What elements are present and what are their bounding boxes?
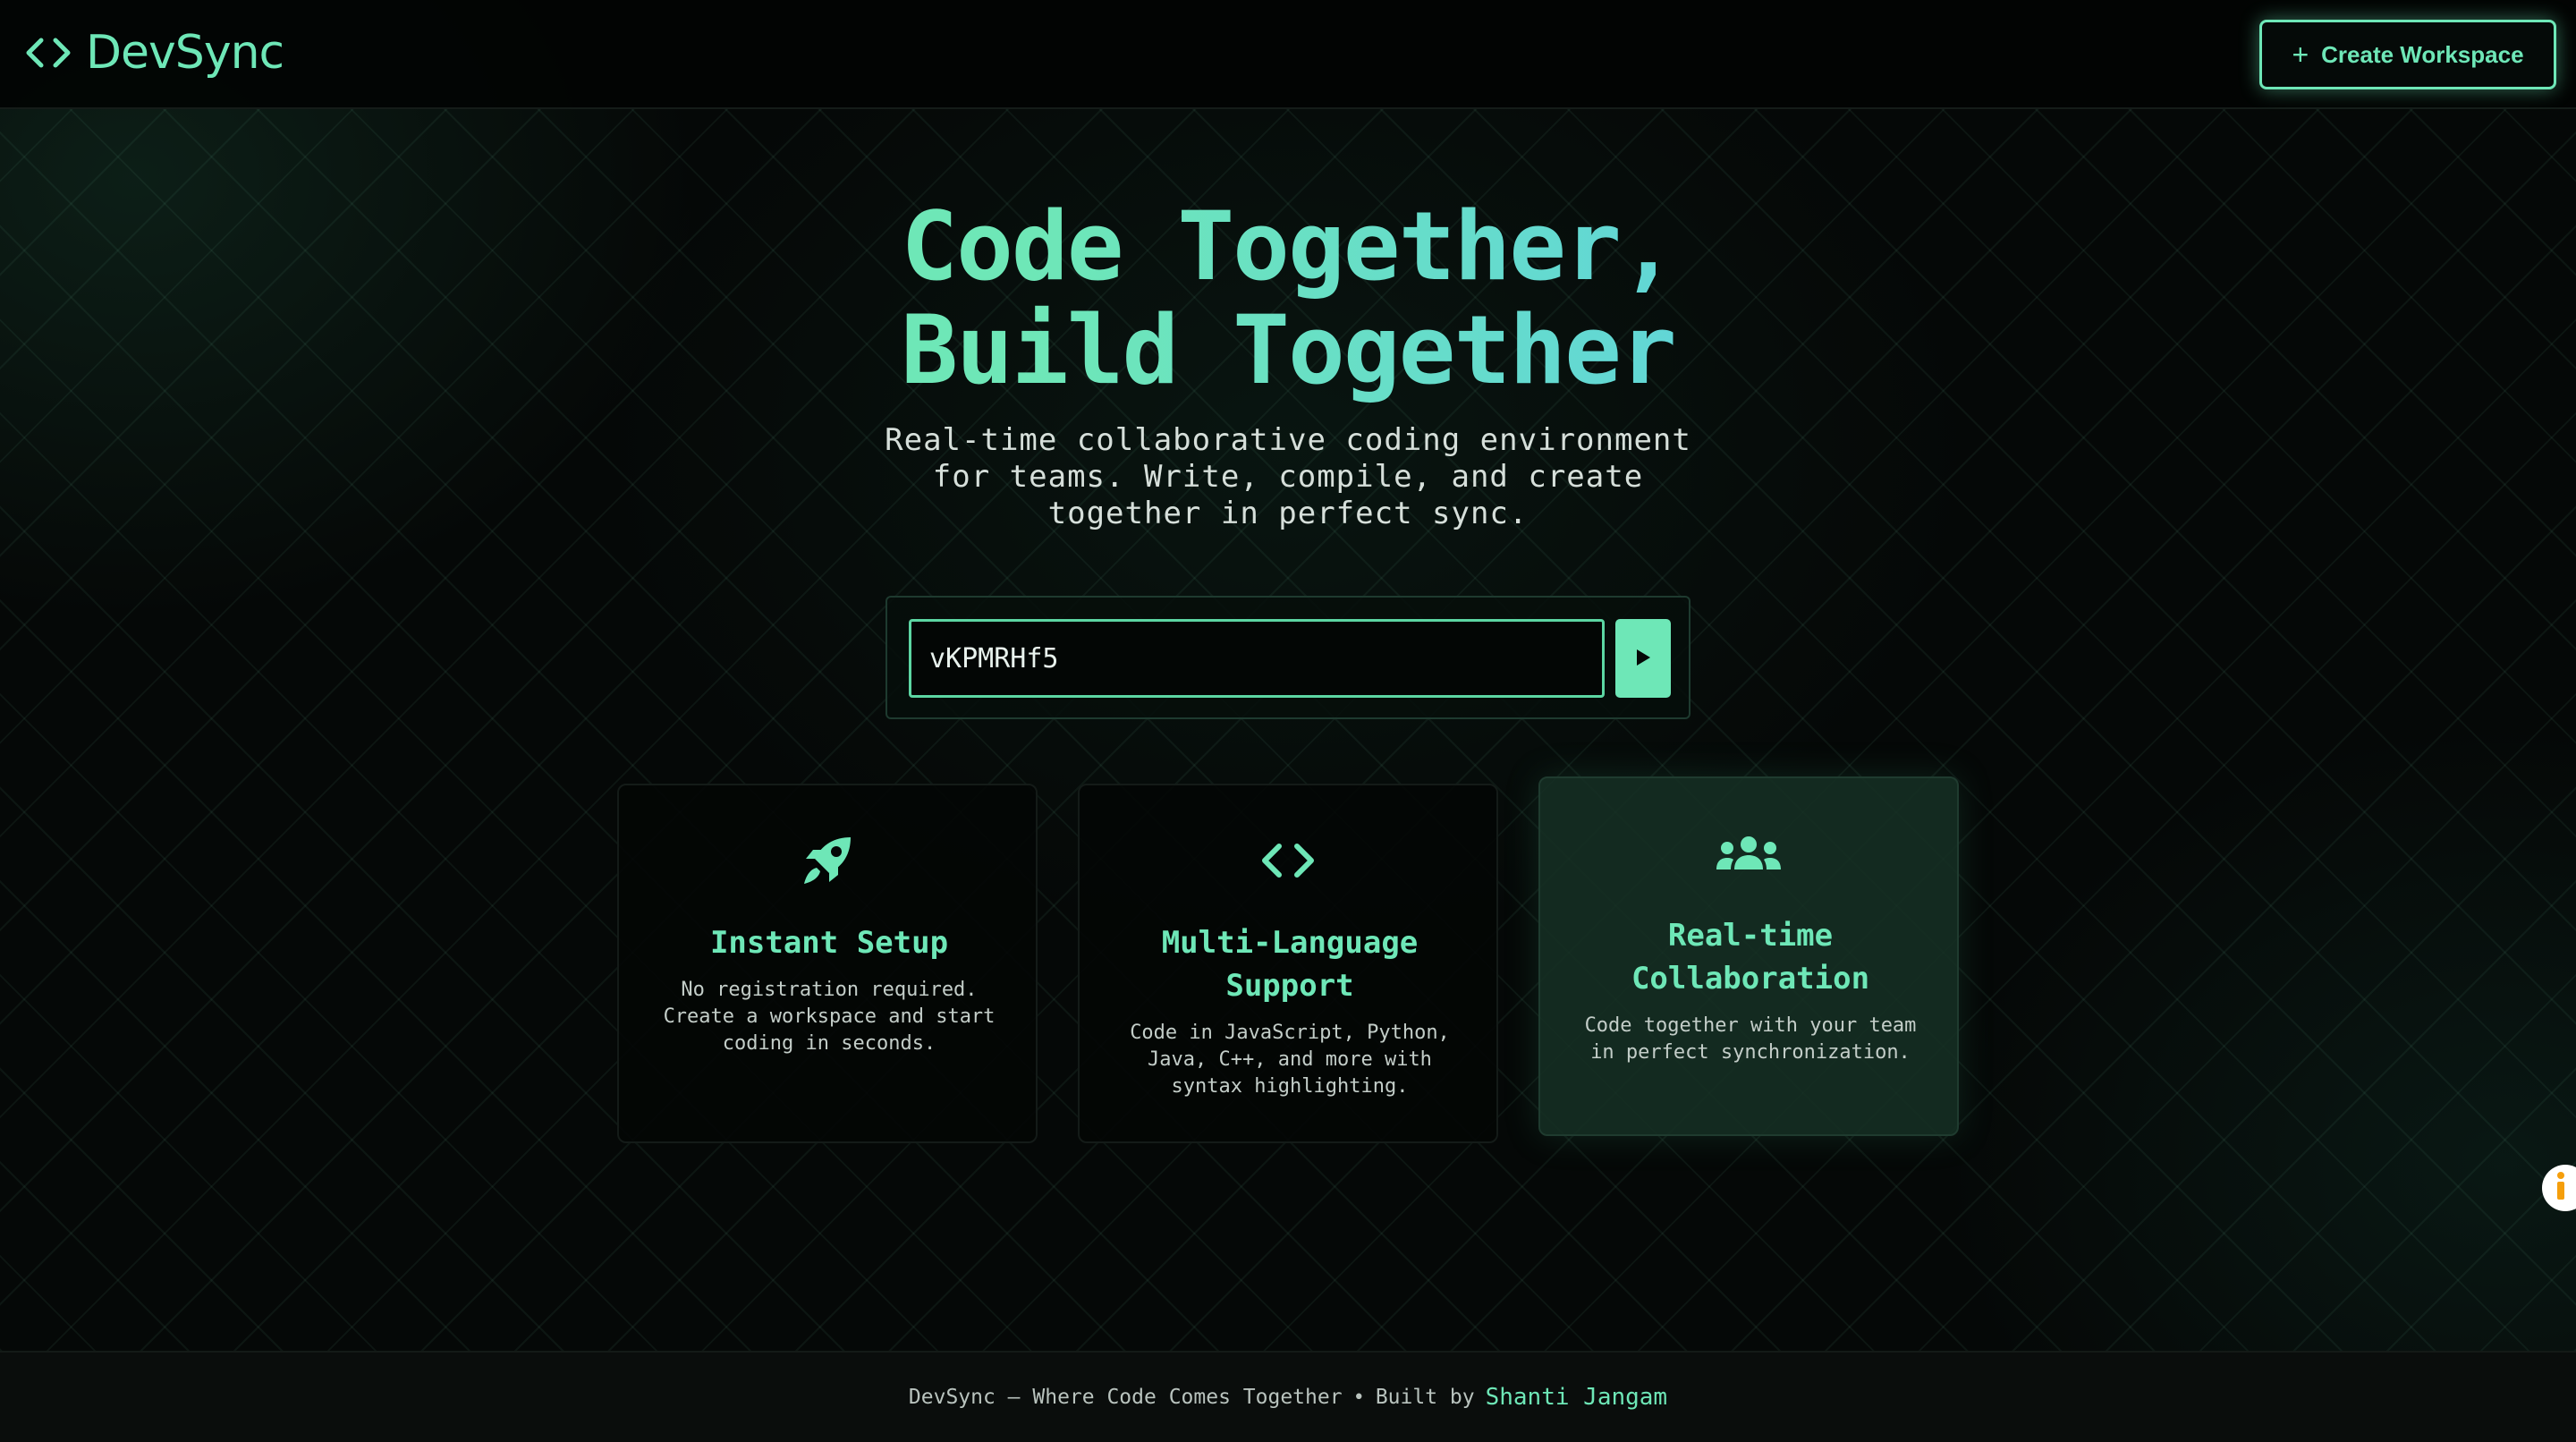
join-workspace-form [886, 596, 1690, 719]
plus-icon: + [2292, 38, 2309, 71]
footer-built-by: Built by [1375, 1386, 1475, 1409]
feature-card-realtime-collaboration: Real-time Collaboration Code together wi… [1538, 776, 1959, 1136]
create-workspace-label: Create Workspace [2321, 40, 2524, 68]
hero-title-line-1: Code Together, [901, 191, 1675, 301]
feature-title: Multi-Language Support [1161, 925, 1419, 1004]
feature-description: Code in JavaScript, Python, Java, C++, a… [1130, 1022, 1450, 1098]
top-navbar: DevSync + Create Workspace [0, 0, 2576, 109]
logo[interactable]: DevSync [25, 21, 284, 84]
join-button[interactable] [1615, 619, 1671, 698]
room-id-input[interactable] [909, 619, 1605, 698]
feature-card-instant-setup: Instant Setup No registration required. … [617, 784, 1038, 1143]
info-icon [2555, 1171, 2567, 1205]
feature-description: No registration required. Create a works… [663, 979, 996, 1055]
hero-subtitle: Real-time collaborative coding environme… [885, 422, 1691, 531]
feature-description: Code together with your team in perfect … [1584, 1014, 1917, 1064]
create-workspace-button[interactable]: + Create Workspace [2259, 20, 2556, 89]
feature-card-multi-language: Multi-Language Support Code in JavaScrip… [1078, 784, 1498, 1143]
footer-separator: • [1352, 1386, 1365, 1409]
landing-page: DevSync + Create Workspace Code Together… [0, 0, 2576, 1442]
hero-title: Code Together, Build Together [0, 195, 2576, 403]
footer: DevSync – Where Code Comes Together • Bu… [0, 1351, 2576, 1442]
author-link[interactable]: Shanti Jangam [1486, 1384, 1668, 1411]
code-brackets-icon [25, 37, 72, 69]
logo-text: DevSync [86, 26, 284, 80]
rocket-icon [619, 832, 1036, 889]
play-icon [1634, 648, 1652, 670]
feature-title: Real-time Collaboration [1631, 918, 1870, 997]
help-button[interactable] [2542, 1165, 2576, 1211]
feature-title: Instant Setup [709, 925, 949, 961]
code-brackets-icon [1080, 832, 1496, 889]
hero-title-line-2: Build Together [901, 295, 1675, 405]
footer-tagline: DevSync – Where Code Comes Together [908, 1386, 1343, 1409]
users-icon [1540, 825, 1957, 882]
